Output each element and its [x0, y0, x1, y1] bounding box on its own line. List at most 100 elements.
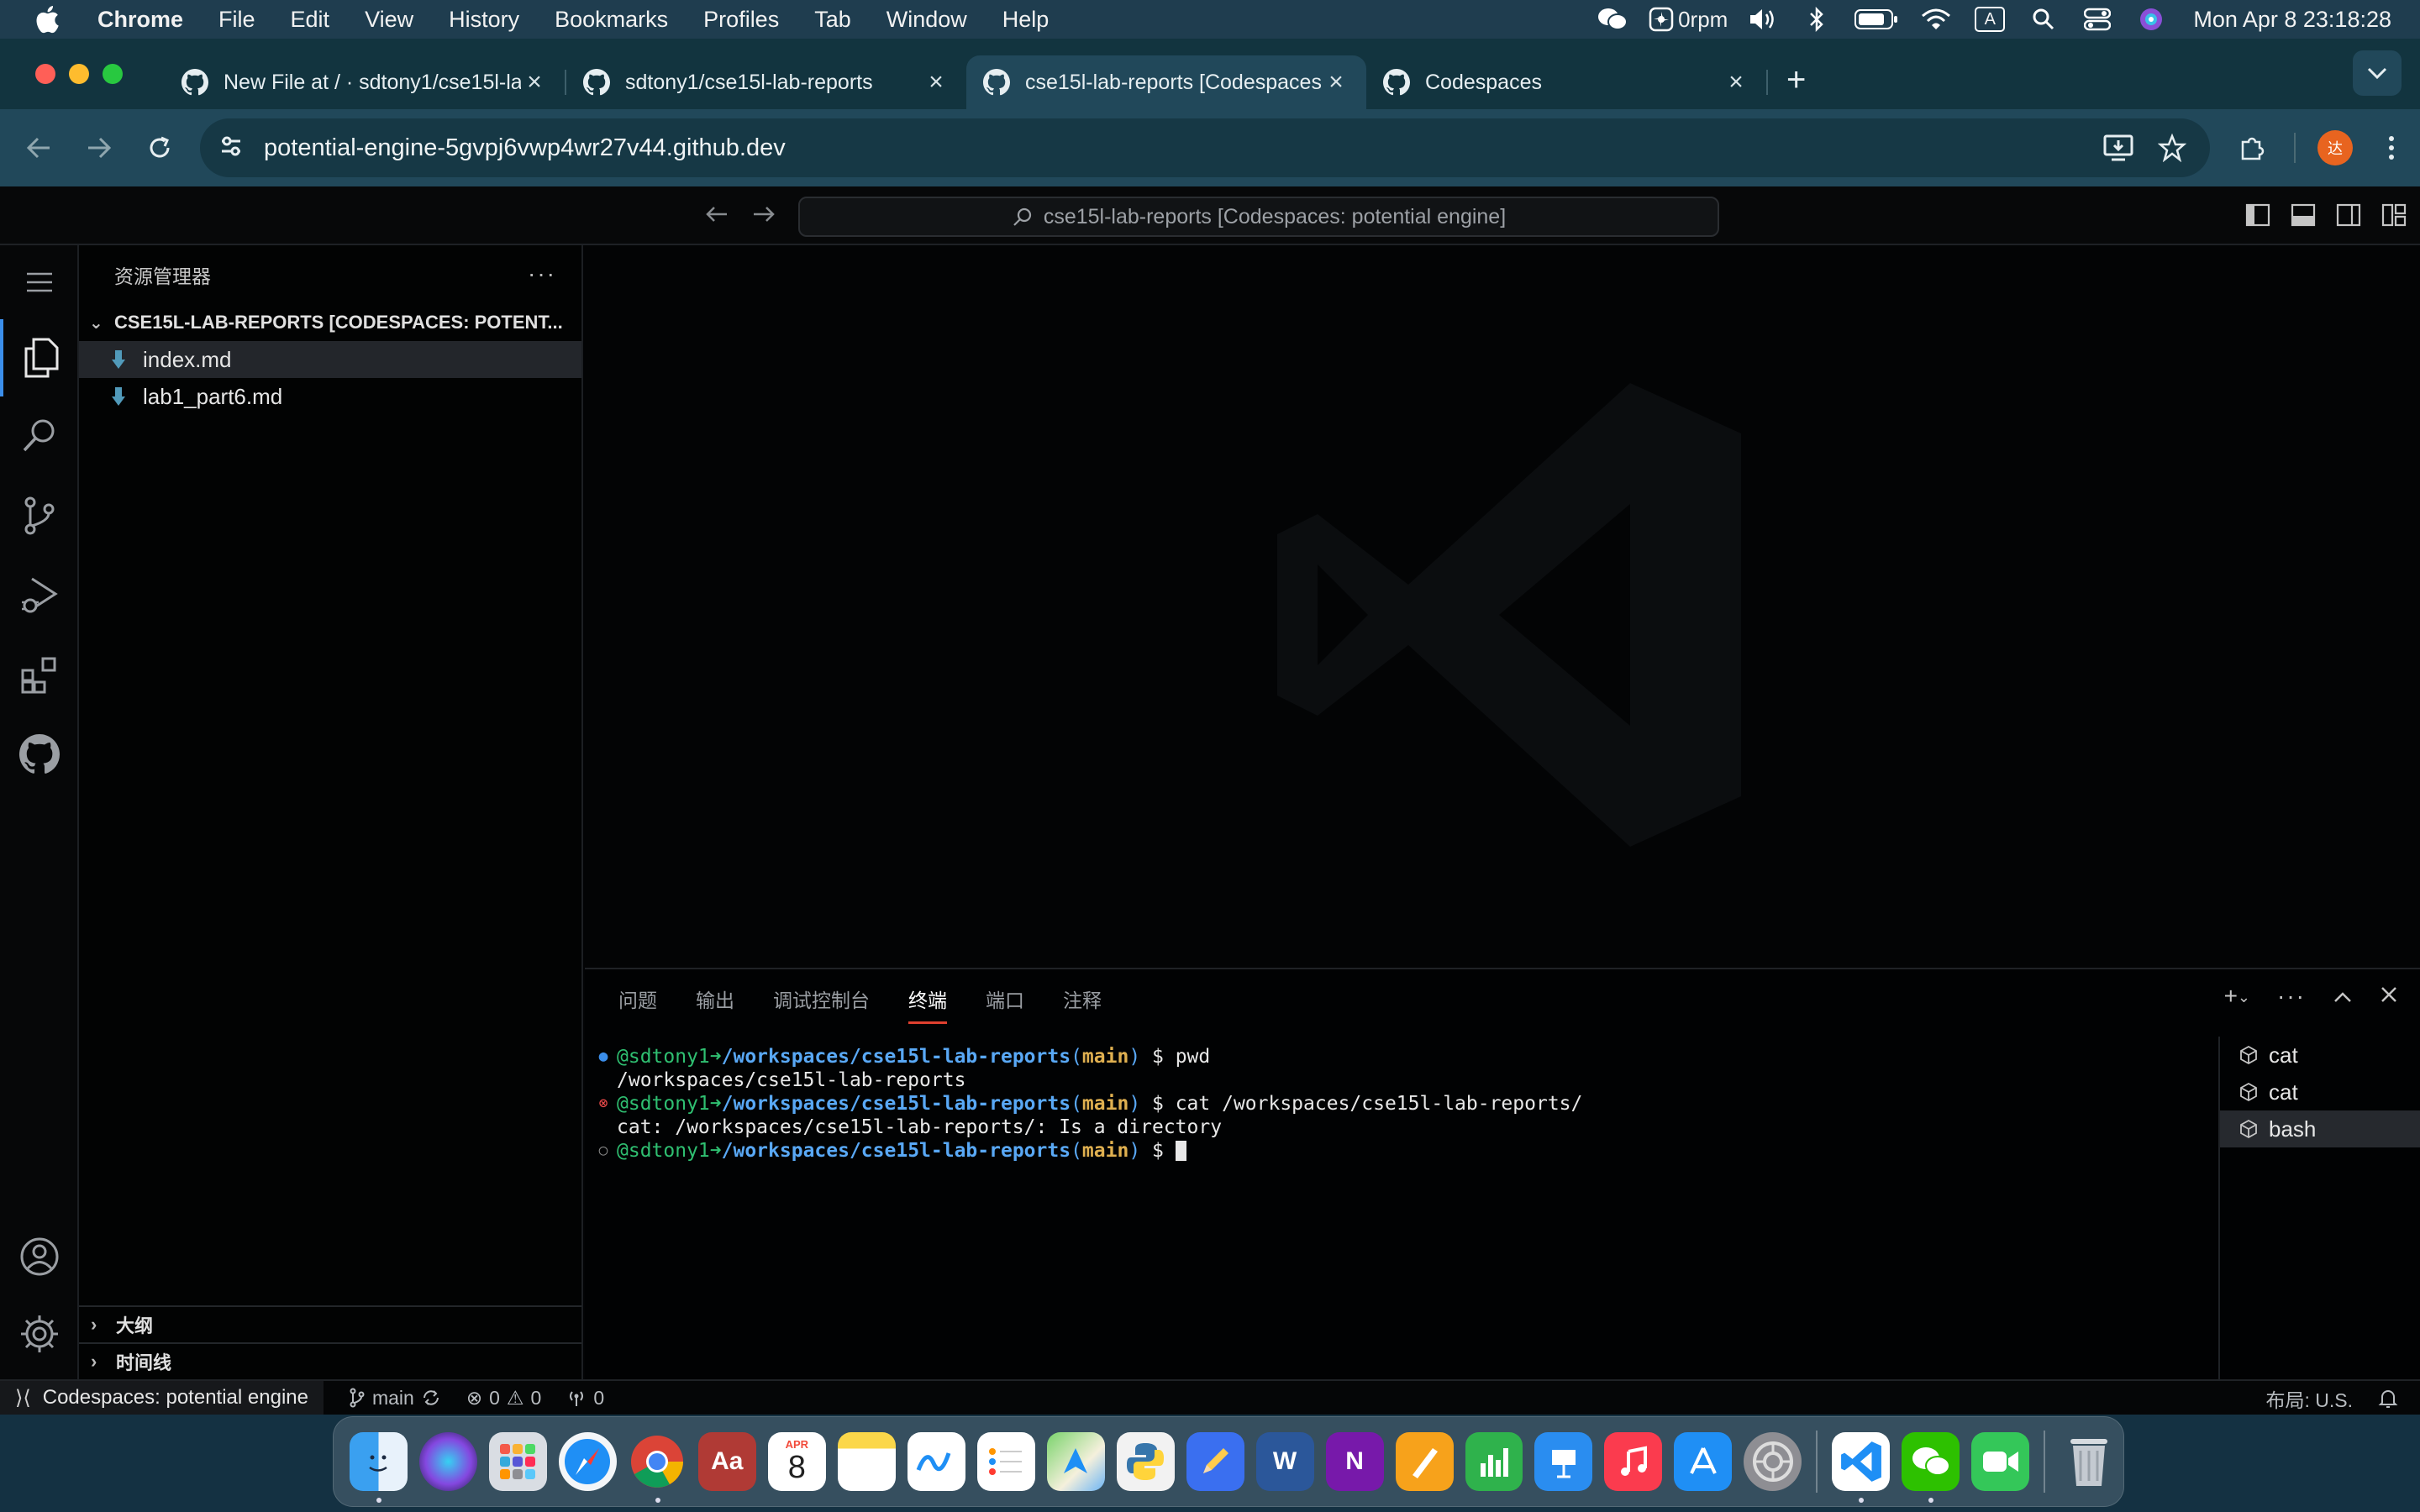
remote-indicator[interactable]: ⟩⟨ Codespaces: potential engine	[0, 1381, 324, 1415]
new-terminal-plus-icon[interactable]: +⌄	[2224, 983, 2250, 1010]
install-app-icon[interactable]	[2099, 129, 2138, 167]
branch-indicator[interactable]: main	[349, 1387, 441, 1410]
terminal-instance-cat[interactable]: cat	[2220, 1074, 2420, 1110]
safari-app-icon[interactable]	[558, 1432, 617, 1491]
notes-app-icon[interactable]	[837, 1432, 896, 1491]
address-bar[interactable]: potential-engine-5gvpj6vwp4wr27v44.githu…	[200, 118, 2210, 177]
site-settings-icon[interactable]	[218, 134, 244, 163]
file-item-index-md[interactable]: index.md	[79, 341, 581, 378]
finder-app-icon[interactable]	[350, 1432, 408, 1503]
pencil-sketch-app-icon[interactable]	[1186, 1432, 1244, 1491]
browser-tab-repo[interactable]: sdtony1/cse15l-lab-reports ×	[566, 55, 966, 109]
microsoft-word-app-icon[interactable]: W	[1255, 1432, 1314, 1491]
customize-layout-icon[interactable]	[2381, 203, 2407, 227]
menu-help[interactable]: Help	[985, 7, 1067, 33]
toggle-secondary-sidebar-icon[interactable]	[2336, 203, 2361, 227]
run-and-debug-icon[interactable]	[0, 556, 79, 633]
wifi-icon[interactable]	[1918, 4, 1954, 34]
spotlight-search-icon[interactable]	[2025, 4, 2062, 34]
menu-history[interactable]: History	[431, 7, 537, 33]
keyboard-layout[interactable]: 布局: U.S.	[2265, 1384, 2353, 1413]
extensions-puzzle-icon[interactable]	[2228, 124, 2275, 171]
tab-close-icon[interactable]: ×	[923, 68, 950, 97]
manage-gear-icon[interactable]	[0, 1295, 79, 1373]
input-source-icon[interactable]: A	[1971, 4, 2008, 34]
go-back-arrow-icon[interactable]	[704, 202, 729, 227]
menubar-clock[interactable]: Mon Apr 8 23:18:28	[2193, 7, 2391, 33]
menu-window[interactable]: Window	[869, 7, 985, 33]
reminders-app-icon[interactable]	[976, 1432, 1035, 1491]
sync-icon[interactable]	[421, 1388, 441, 1408]
wechat-app-icon[interactable]	[1902, 1432, 1960, 1503]
menu-bookmarks[interactable]: Bookmarks	[537, 7, 686, 33]
source-control-icon[interactable]	[0, 477, 79, 554]
calendar-app-icon[interactable]: APR 8	[767, 1432, 826, 1491]
back-arrow-icon[interactable]	[15, 124, 62, 171]
volume-icon[interactable]	[1744, 4, 1781, 34]
tab-comments[interactable]: 注释	[1063, 984, 1102, 1024]
zoom-window-button[interactable]	[103, 64, 123, 84]
menu-edit[interactable]: Edit	[273, 7, 348, 33]
problems-indicator[interactable]: ⊗ 0 ⚠ 0	[466, 1387, 542, 1410]
tab-close-icon[interactable]: ×	[1723, 68, 1749, 97]
tab-close-icon[interactable]: ×	[521, 68, 548, 97]
dictionary-app-icon[interactable]: Aa	[697, 1432, 756, 1491]
keynote-app-icon[interactable]	[1534, 1432, 1593, 1491]
file-item-lab1-part6-md[interactable]: lab1_part6.md	[79, 378, 581, 415]
close-panel-icon[interactable]	[2380, 983, 2398, 1010]
terminal-instance-bash[interactable]: bash	[2220, 1110, 2420, 1147]
menu-app-name[interactable]: Chrome	[87, 7, 201, 33]
browser-tab-codespace-active[interactable]: cse15l-lab-reports [Codespaces: potentia…	[966, 55, 1366, 109]
maps-app-icon[interactable]	[1046, 1432, 1105, 1491]
ports-indicator[interactable]: 0	[566, 1387, 604, 1410]
trash-app-icon[interactable]	[2060, 1432, 2118, 1491]
workspace-folder[interactable]: ⌄ CSE15L-LAB-REPORTS [CODESPACES: POTENT…	[79, 304, 581, 341]
more-actions-icon[interactable]: ···	[2277, 983, 2306, 1010]
tab-close-icon[interactable]: ×	[1323, 68, 1349, 97]
toggle-panel-icon[interactable]	[2291, 203, 2316, 227]
wechat-tray-icon[interactable]	[1594, 4, 1631, 34]
menu-profiles[interactable]: Profiles	[686, 7, 797, 33]
extensions-icon[interactable]	[0, 637, 79, 714]
apple-logo-icon[interactable]	[32, 3, 66, 36]
tab-output[interactable]: 输出	[696, 984, 734, 1024]
profile-avatar[interactable]: 达	[2317, 130, 2353, 165]
system-settings-app-icon[interactable]	[1744, 1432, 1802, 1491]
chrome-app-icon[interactable]	[629, 1432, 687, 1503]
facetime-app-icon[interactable]	[1971, 1432, 2030, 1491]
pages-app-icon[interactable]	[1395, 1432, 1454, 1491]
bluetooth-icon[interactable]	[1798, 4, 1835, 34]
command-center-search[interactable]: cse15l-lab-reports [Codespaces: potentia…	[798, 197, 1719, 237]
battery-icon[interactable]	[1852, 4, 1901, 34]
launchpad-app-icon[interactable]	[488, 1432, 547, 1491]
siri-icon[interactable]	[2133, 4, 2170, 34]
tab-ports[interactable]: 端口	[986, 984, 1024, 1024]
freeform-app-icon[interactable]	[907, 1432, 965, 1491]
tab-debug-console[interactable]: 调试控制台	[773, 984, 870, 1024]
menu-file[interactable]: File	[201, 7, 273, 33]
browser-tab-new-file[interactable]: New File at / · sdtony1/cse15l-lab-repor…	[165, 55, 565, 109]
close-window-button[interactable]	[35, 64, 55, 84]
bookmark-star-icon[interactable]	[2153, 129, 2191, 167]
menu-tab[interactable]: Tab	[797, 7, 869, 33]
tab-search-button[interactable]	[2353, 50, 2402, 96]
outline-section[interactable]: › 大纲	[79, 1305, 581, 1342]
reload-icon[interactable]	[136, 124, 183, 171]
minimize-window-button[interactable]	[69, 64, 89, 84]
python-app-icon[interactable]	[1116, 1432, 1175, 1491]
new-tab-plus-icon[interactable]: +	[1786, 61, 1806, 99]
timeline-section[interactable]: › 时间线	[79, 1342, 581, 1379]
menu-view[interactable]: View	[347, 7, 431, 33]
control-center-icon[interactable]	[2079, 4, 2116, 34]
tab-problems[interactable]: 问题	[618, 984, 657, 1024]
application-menu-icon[interactable]	[0, 249, 79, 316]
explorer-files-icon[interactable]	[0, 319, 79, 396]
url-text[interactable]: potential-engine-5gvpj6vwp4wr27v44.githu…	[264, 134, 2084, 162]
maximize-panel-chevron-up-icon[interactable]	[2333, 983, 2353, 1010]
more-actions-icon[interactable]: ···	[528, 260, 556, 287]
notifications-bell-icon[interactable]	[2378, 1388, 2398, 1410]
app-store-app-icon[interactable]	[1674, 1432, 1733, 1491]
chrome-menu-kebab-icon[interactable]	[2368, 124, 2415, 171]
forward-arrow-icon[interactable]	[76, 124, 123, 171]
vscode-app-icon[interactable]	[1832, 1432, 1891, 1503]
